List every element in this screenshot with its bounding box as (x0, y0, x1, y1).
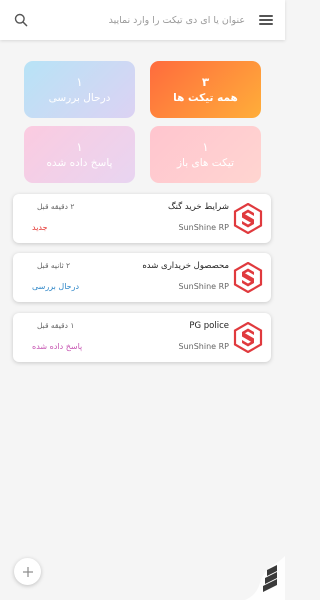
ticket-owner: SunShine RP (178, 342, 229, 351)
ticket-title: PG police (189, 321, 229, 331)
search-button[interactable] (0, 0, 42, 40)
tile-open-tickets[interactable]: ۱ تیکت های باز (150, 126, 261, 183)
sunshine-s-logo-icon (233, 322, 263, 353)
tile-open-label: تیکت های باز (176, 156, 235, 169)
store-badge-icon (245, 556, 285, 600)
sunshine-s-logo-icon (233, 203, 263, 234)
ticket-card[interactable]: PG police SunShine RP ۱ دقیقه قبل پاسخ د… (13, 313, 271, 362)
menu-button[interactable] (247, 0, 285, 40)
ticket-title: شرایط خرید گنگ (167, 202, 229, 212)
search-icon (14, 13, 28, 27)
plus-icon (22, 566, 33, 577)
search-input[interactable] (42, 5, 247, 35)
tile-answered-label: پاسخ داده شده (46, 156, 113, 169)
ticket-time: ۲ ثانیه قبل (37, 261, 71, 270)
tile-all-label: همه تیکت ها (173, 91, 238, 104)
ticket-status: پاسخ داده شده (32, 342, 83, 351)
tile-open-count: ۱ (202, 139, 209, 154)
top-app-bar (0, 0, 285, 40)
ticket-card[interactable]: محصصول خریداری شده SunShine RP ۲ ثانیه ق… (13, 253, 271, 302)
ticket-card[interactable]: شرایط خرید گنگ SunShine RP ۲ دقیقه قبل ج… (13, 194, 271, 243)
sunshine-s-logo-icon (233, 262, 263, 293)
tile-answered-count: ۱ (76, 139, 83, 154)
ticket-status: درحال بررسی (32, 282, 80, 291)
ticket-time: ۲ دقیقه قبل (37, 202, 75, 211)
hamburger-menu-icon (259, 15, 273, 25)
add-ticket-button[interactable] (14, 558, 41, 585)
tile-all-count: ۳ (201, 74, 210, 89)
ticket-status: جدید (32, 223, 48, 232)
ticket-title: محصصول خریداری شده (142, 261, 229, 271)
tile-in-review[interactable]: ۱ درحال بررسی (24, 61, 135, 118)
tile-review-count: ۱ (76, 74, 83, 89)
ticket-time: ۱ دقیقه قبل (37, 321, 75, 330)
tile-review-label: درحال بررسی (48, 91, 111, 104)
ticket-owner: SunShine RP (178, 282, 229, 291)
tile-all-tickets[interactable]: ۳ همه تیکت ها (150, 61, 261, 118)
ticket-owner: SunShine RP (178, 223, 229, 232)
tile-answered[interactable]: ۱ پاسخ داده شده (24, 126, 135, 183)
